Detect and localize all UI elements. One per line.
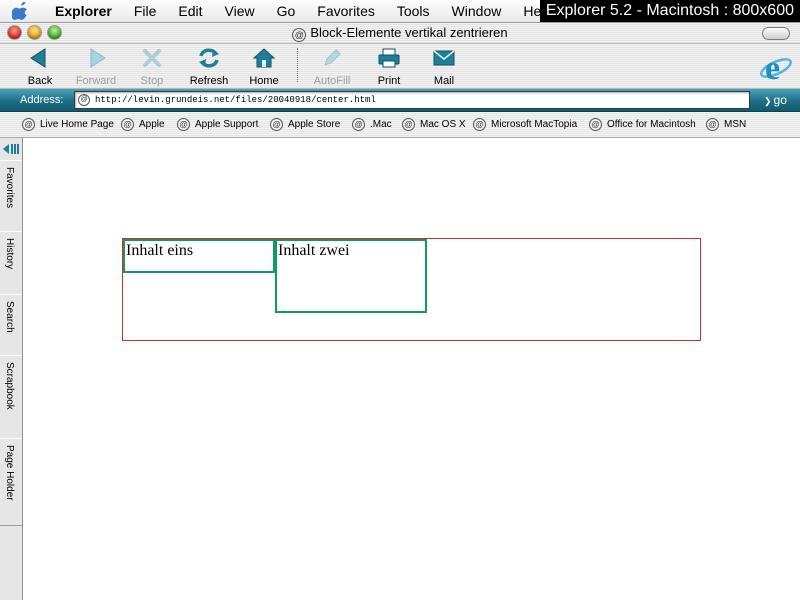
go-chevron-icon: ❯: [764, 96, 772, 106]
favorite-label: Office for Macintosh: [607, 119, 696, 130]
print-button[interactable]: Print: [359, 46, 419, 87]
refresh-icon: [199, 48, 219, 68]
favorite-at-icon: @: [270, 118, 283, 131]
favorite-label: Apple Support: [195, 119, 259, 130]
sidetab-label: Favorites: [4, 167, 15, 209]
stop-label: Stop: [140, 75, 164, 87]
sidetab-label: Page Holder: [4, 445, 15, 501]
sidetab-search[interactable]: Search: [0, 294, 22, 356]
internet-explorer-logo-icon: e: [760, 50, 792, 86]
collapse-sidebar-icon[interactable]: [2, 143, 20, 155]
back-label: Back: [27, 75, 53, 87]
forward-button[interactable]: Forward: [66, 46, 126, 87]
favorite-mac-os-x[interactable]: @ Mac OS X: [402, 112, 466, 137]
sidetab-label: History: [4, 238, 15, 270]
favorite-at-icon: @: [402, 118, 415, 131]
favorite-label: Live Home Page: [40, 119, 114, 130]
explorer-side-tabs: Favorites History Search Scrapbook Page …: [0, 138, 23, 600]
menu-bar: Explorer File Edit View Go Favorites Too…: [0, 0, 800, 23]
favorite-at-icon: @: [177, 118, 190, 131]
refresh-button[interactable]: Refresh: [179, 46, 239, 87]
autofill-label: AutoFill: [313, 75, 351, 87]
favorite-at-icon: @: [473, 118, 486, 131]
autofill-pen-icon: [324, 49, 341, 66]
address-label: Address:: [20, 94, 64, 106]
favorite-dotmac[interactable]: @ .Mac: [352, 112, 392, 137]
favorite-at-icon: @: [121, 118, 134, 131]
favorite-label: Apple: [139, 119, 165, 130]
favorite-apple[interactable]: @ Apple: [121, 112, 165, 137]
menu-edit[interactable]: Edit: [178, 0, 202, 22]
print-label: Print: [377, 75, 401, 87]
screenshot-label: Explorer 5.2 - Macintosh : 800x600: [539, 0, 800, 22]
favorite-apple-support[interactable]: @ Apple Support: [177, 112, 258, 137]
stop-x-icon: [143, 49, 161, 67]
menu-window[interactable]: Window: [452, 0, 502, 22]
favorite-at-icon: @: [589, 118, 602, 131]
svg-text:e: e: [765, 50, 780, 86]
menu-help[interactable]: He: [523, 0, 541, 22]
printer-icon: [378, 48, 400, 68]
sidetab-history[interactable]: History: [0, 231, 22, 295]
mail-label: Mail: [433, 75, 455, 87]
home-label: Home: [249, 75, 279, 87]
autofill-button[interactable]: AutoFill: [302, 46, 362, 87]
content-block-one: Inhalt eins: [123, 239, 275, 273]
forward-arrow-icon: [90, 48, 106, 68]
menu-go[interactable]: Go: [277, 0, 296, 22]
toolbar-toggle-button[interactable]: [762, 27, 790, 40]
favorite-label: .Mac: [370, 119, 392, 130]
favorite-msn[interactable]: @ MSN: [706, 112, 746, 137]
favorites-bar: @ Live Home Page @ Apple @ Apple Support @ A…: [0, 112, 800, 138]
forward-label: Forward: [75, 75, 117, 87]
address-bar: Address: @ http://levin.grundeis.net/fil…: [0, 89, 800, 112]
favorite-at-icon: @: [706, 118, 719, 131]
content-block-two: Inhalt zwei: [275, 239, 427, 313]
home-button[interactable]: Home: [234, 46, 294, 87]
favorite-label: Microsoft MacTopia: [491, 119, 578, 130]
sidetab-label: Search: [4, 301, 15, 333]
refresh-label: Refresh: [189, 75, 229, 87]
sidetab-favorites[interactable]: Favorites: [0, 160, 22, 232]
url-page-icon: @: [78, 94, 90, 106]
address-input[interactable]: @ http://levin.grundeis.net/files/200409…: [74, 91, 750, 109]
window-title-bar[interactable]: @ Block-Elemente vertikal zentrieren: [0, 23, 800, 44]
stop-button[interactable]: Stop: [122, 46, 182, 87]
favorite-at-icon: @: [22, 118, 35, 131]
back-arrow-icon: [30, 48, 46, 68]
favorite-label: Apple Store: [288, 119, 341, 130]
menu-app-name[interactable]: Explorer: [55, 0, 112, 22]
sidetab-scrapbook[interactable]: Scrapbook: [0, 355, 22, 439]
favorite-label: MSN: [724, 119, 747, 130]
go-button[interactable]: ❯ go: [764, 89, 787, 112]
go-label: go: [773, 93, 787, 107]
favorite-apple-store[interactable]: @ Apple Store: [270, 112, 340, 137]
favorite-microsoft-mactopia[interactable]: @ Microsoft MacTopia: [473, 112, 577, 137]
sidetab-page-holder[interactable]: Page Holder: [0, 438, 22, 526]
address-url[interactable]: http://levin.grundeis.net/files/20040918…: [95, 92, 376, 108]
menu-favorites[interactable]: Favorites: [317, 0, 375, 22]
browser-toolbar: Back Forward Stop Refresh Home AutoFill: [0, 44, 800, 89]
mail-envelope-icon: [433, 50, 455, 66]
window-title: @ Block-Elemente vertikal zentrieren: [0, 23, 800, 43]
favorite-live-home-page[interactable]: @ Live Home Page: [22, 112, 114, 137]
page-content: Inhalt eins Inhalt zwei: [23, 138, 800, 600]
favorite-label: Mac OS X: [420, 119, 466, 130]
mail-button[interactable]: Mail: [414, 46, 474, 87]
menu-view[interactable]: View: [225, 0, 255, 22]
menu-file[interactable]: File: [134, 0, 157, 22]
toolbar-separator: [297, 48, 298, 82]
menu-tools[interactable]: Tools: [397, 0, 430, 22]
back-button[interactable]: Back: [10, 46, 70, 87]
page-proxy-icon: @: [292, 28, 307, 42]
favorite-office-for-macintosh[interactable]: @ Office for Macintosh: [589, 112, 696, 137]
window-title-text: Block-Elemente vertikal zentrieren: [310, 25, 508, 40]
sidetab-label: Scrapbook: [4, 362, 15, 410]
apple-menu-icon[interactable]: [12, 2, 30, 20]
favorite-at-icon: @: [352, 118, 365, 131]
home-icon: [253, 48, 275, 68]
